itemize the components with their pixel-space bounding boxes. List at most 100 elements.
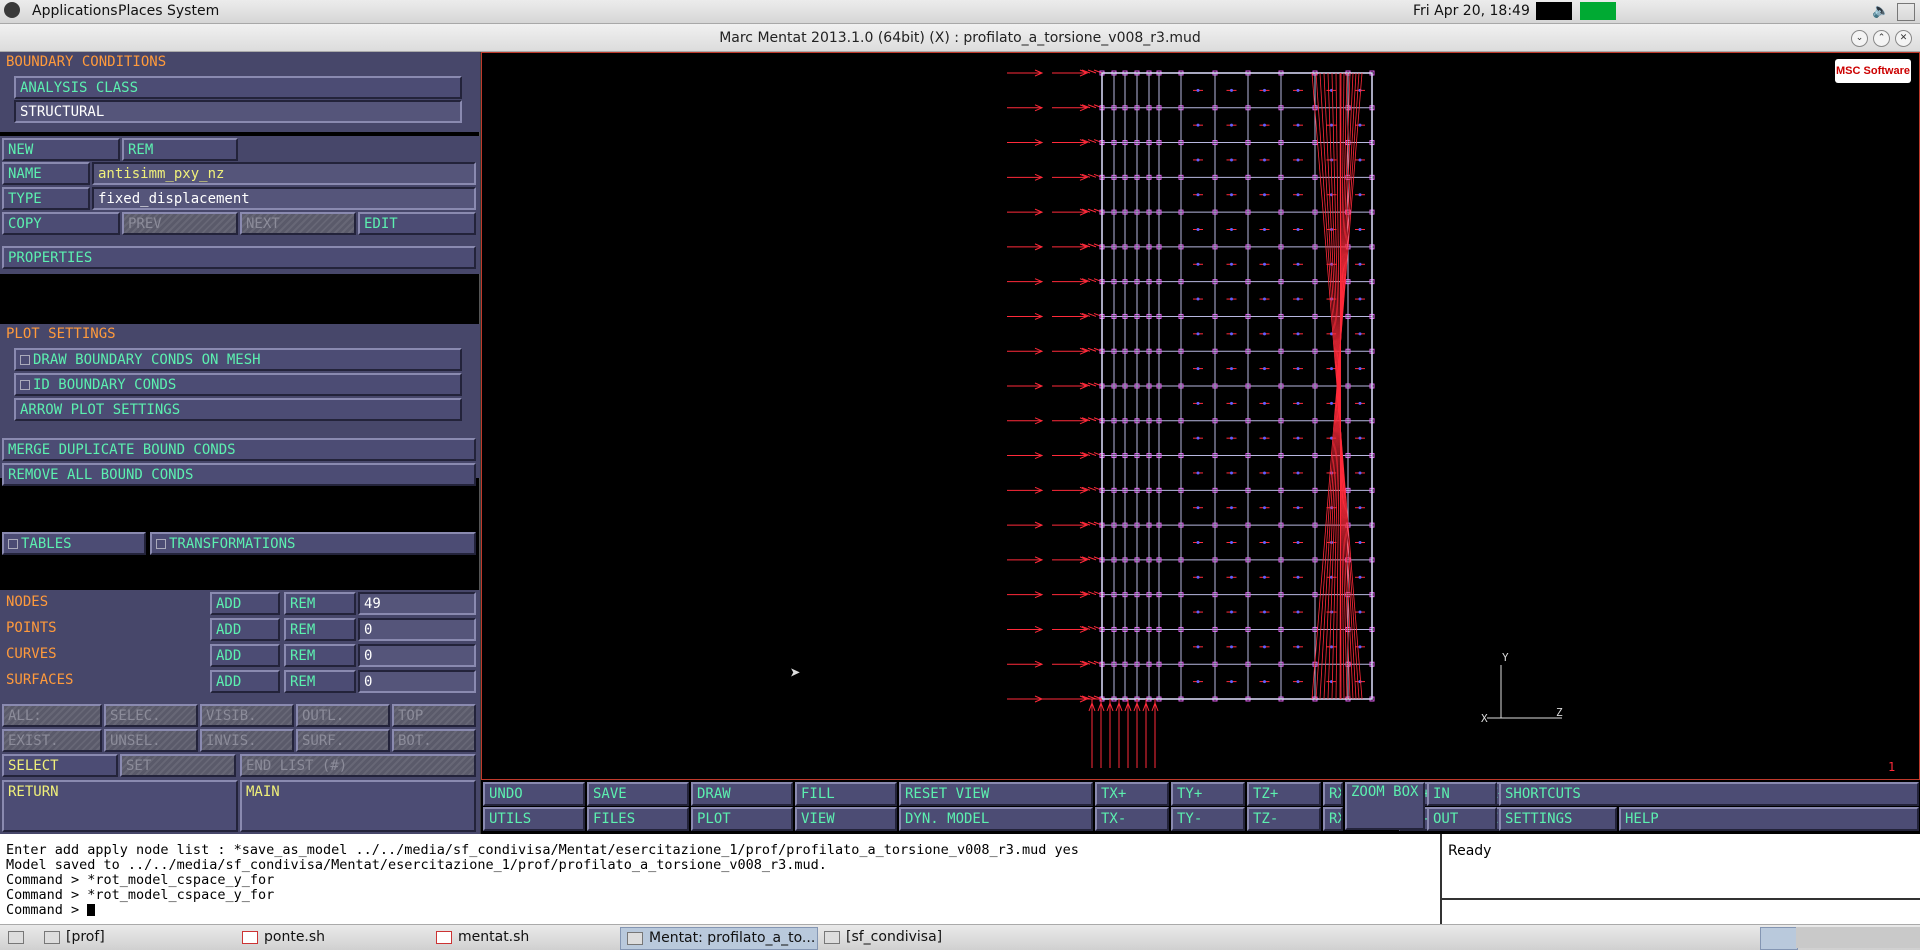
entity-add-button[interactable]: ADD xyxy=(210,644,280,667)
toolbar-button[interactable]: TZ- xyxy=(1247,807,1321,831)
selection-filter-button: BOT. xyxy=(392,729,476,752)
plot-settings-header: PLOT SETTINGS xyxy=(6,326,116,342)
toolbar-button[interactable]: RESET VIEW xyxy=(899,782,1093,806)
terminal-icon xyxy=(436,930,452,944)
type-button[interactable]: TYPE xyxy=(2,187,90,210)
toolbar-button[interactable]: RX+ xyxy=(1323,782,1343,806)
entity-rem-button[interactable]: REM xyxy=(284,670,356,693)
toolbar-button[interactable]: TY+ xyxy=(1171,782,1245,806)
close-icon[interactable]: ✕ xyxy=(1895,30,1912,47)
return-button[interactable]: RETURN xyxy=(2,780,238,832)
entity-count: 0 xyxy=(358,670,476,693)
graphics-viewport[interactable]: MSC Software Y X Z 1 ➤ xyxy=(481,52,1920,780)
task-sf-condivisa[interactable]: [sf_condivisa] xyxy=(818,927,1014,948)
id-bc-label: ID BOUNDARY CONDS xyxy=(33,377,177,393)
name-button[interactable]: NAME xyxy=(2,162,90,185)
toolbar-button[interactable]: TX- xyxy=(1095,807,1169,831)
console-line: Command > xyxy=(6,903,1434,918)
properties-button[interactable]: PROPERTIES xyxy=(2,246,476,269)
arrow-plot-settings-button[interactable]: ARROW PLOT SETTINGS xyxy=(14,398,462,421)
selection-filter-button: SELEC. xyxy=(104,704,198,727)
toolbar-button[interactable]: FILL xyxy=(795,782,897,806)
text-cursor xyxy=(87,904,96,916)
notification-icon[interactable] xyxy=(1897,3,1915,21)
task-mentat-window[interactable]: Mentat: profilato_a_to... xyxy=(620,927,818,950)
toolbar-button[interactable]: UNDO xyxy=(483,782,585,806)
task-ponte-sh[interactable]: ponte.sh xyxy=(236,927,422,948)
selection-filter-button: VISIB. xyxy=(200,704,294,727)
new-button[interactable]: NEW xyxy=(2,138,120,161)
workspace-1[interactable] xyxy=(1760,927,1798,950)
transformations-label: TRANSFORMATIONS xyxy=(169,536,296,552)
zoom-in-button[interactable]: IN xyxy=(1427,782,1497,806)
edit-button[interactable]: EDIT xyxy=(358,212,476,235)
entity-add-button[interactable]: ADD xyxy=(210,618,280,641)
select-button[interactable]: SELECT xyxy=(2,754,118,777)
task-prof[interactable]: [prof] xyxy=(38,927,224,948)
taskbar: [prof] ponte.sh mentat.sh Mentat: profil… xyxy=(0,924,1920,950)
workspace-4[interactable] xyxy=(1880,927,1920,948)
viewport-index: 1 xyxy=(1888,760,1895,774)
help-button[interactable]: HELP xyxy=(1619,807,1919,831)
name-field[interactable]: antisimm_pxy_nz xyxy=(92,162,476,185)
toolbar-button[interactable]: VIEW xyxy=(795,807,897,831)
menu-system[interactable]: System xyxy=(167,3,219,19)
console-line: Model saved to ../../media/sf_condivisa/… xyxy=(6,857,827,873)
task-mentat-sh[interactable]: mentat.sh xyxy=(430,927,616,948)
volume-icon[interactable]: 🔈 xyxy=(1872,3,1889,19)
merge-duplicate-button[interactable]: MERGE DUPLICATE BOUND CONDS xyxy=(2,438,476,461)
selection-filter-button: SURF. xyxy=(296,729,390,752)
draw-bc-toggle[interactable]: DRAW BOUNDARY CONDS ON MESH xyxy=(14,348,462,371)
toolbar-button[interactable]: TZ+ xyxy=(1247,782,1321,806)
toolbar-button[interactable]: TX+ xyxy=(1095,782,1169,806)
tables-button[interactable]: TABLES xyxy=(2,532,146,555)
entity-rem-button[interactable]: REM xyxy=(284,644,356,667)
command-console[interactable]: Enter add apply node list : *save_as_mod… xyxy=(0,834,1440,924)
toolbar-button[interactable]: RX- xyxy=(1323,807,1343,831)
gnome-foot-icon[interactable] xyxy=(4,2,20,18)
entity-rem-button[interactable]: REM xyxy=(284,618,356,641)
rem-button[interactable]: REM xyxy=(122,138,238,161)
toolbar-button[interactable]: UTILS xyxy=(483,807,585,831)
toolbar-button[interactable]: FILES xyxy=(587,807,689,831)
workspace-2[interactable] xyxy=(1796,927,1838,948)
menu-applications[interactable]: Applications xyxy=(32,3,118,19)
tables-label: TABLES xyxy=(21,536,72,552)
zoom-box-button[interactable]: ZOOM BOX xyxy=(1345,782,1425,830)
minimize-icon[interactable]: ⌄ xyxy=(1851,30,1868,47)
workspace-3[interactable] xyxy=(1838,927,1880,948)
entity-add-button[interactable]: ADD xyxy=(210,670,280,693)
analysis-class-button[interactable]: ANALYSIS CLASS xyxy=(14,76,462,99)
set-button: SET xyxy=(120,754,236,777)
entity-rem-button[interactable]: REM xyxy=(284,592,356,615)
status-text: Ready xyxy=(1448,843,1492,859)
shortcuts-button[interactable]: SHORTCUTS xyxy=(1499,782,1919,806)
settings-button[interactable]: SETTINGS xyxy=(1499,807,1617,831)
main-button[interactable]: MAIN xyxy=(240,780,476,832)
selection-filter-button: ALL: xyxy=(2,704,102,727)
next-button: NEXT xyxy=(240,212,356,235)
menu-places[interactable]: Places xyxy=(118,3,163,19)
clock[interactable]: Fri Apr 20, 18:49 xyxy=(1413,3,1530,19)
id-bc-toggle[interactable]: ID BOUNDARY CONDS xyxy=(14,373,462,396)
maximize-icon[interactable]: ⌃ xyxy=(1873,30,1890,47)
folder-icon xyxy=(824,930,840,944)
status-area: Ready xyxy=(1440,834,1920,924)
toolbar-button[interactable]: DRAW xyxy=(691,782,793,806)
console-line: Enter add apply node list : *save_as_mod… xyxy=(6,842,1079,858)
copy-button[interactable]: COPY xyxy=(2,212,120,235)
toolbar-button[interactable]: PLOT xyxy=(691,807,793,831)
transformations-button[interactable]: TRANSFORMATIONS xyxy=(150,532,476,555)
toolbar-button[interactable]: DYN. MODEL xyxy=(899,807,1093,831)
remove-all-button[interactable]: REMOVE ALL BOUND CONDS xyxy=(2,463,476,486)
entity-add-button[interactable]: ADD xyxy=(210,592,280,615)
show-desktop-icon[interactable] xyxy=(2,927,28,948)
zoom-out-button[interactable]: OUT xyxy=(1427,807,1497,831)
checkbox-icon xyxy=(20,380,30,390)
panel-header: BOUNDARY CONDITIONS xyxy=(6,54,167,70)
entity-count: 0 xyxy=(358,644,476,667)
console-line: Command > *rot_model_cspace_y_for xyxy=(6,887,275,903)
toolbar-button[interactable]: SAVE xyxy=(587,782,689,806)
axis-triad xyxy=(1487,665,1562,719)
toolbar-button[interactable]: TY- xyxy=(1171,807,1245,831)
